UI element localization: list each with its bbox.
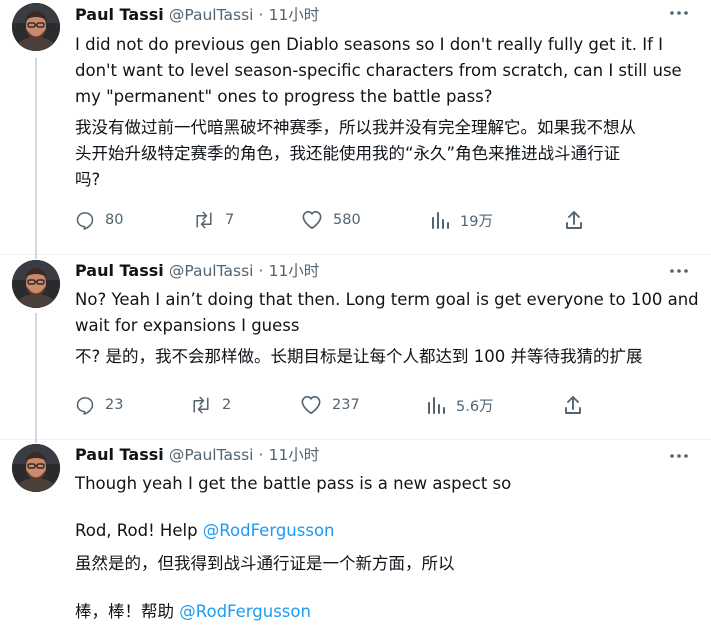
like-count: 237 [332, 397, 360, 413]
thread-line [35, 58, 37, 254]
reply-icon [75, 395, 95, 415]
separator-dot: · [258, 262, 264, 280]
tweet-header: Paul Tassi @PaulTassi · 11小时 [75, 444, 711, 466]
author-name[interactable]: Paul Tassi [75, 261, 164, 280]
avatar[interactable] [12, 3, 60, 51]
like-button[interactable]: 237 [300, 394, 360, 416]
retweet-button[interactable]: 7 [193, 209, 234, 231]
heart-icon [300, 395, 322, 415]
tweet-text: Though yeah I get the battle pass is a n… [75, 471, 701, 497]
tweet-text-line: Though yeah I get the battle pass is a n… [75, 474, 512, 493]
like-button[interactable]: 580 [301, 209, 361, 231]
reply-button[interactable]: 80 [75, 209, 123, 231]
tweet-text-line: I did not do previous gen Diablo seasons… [75, 35, 664, 54]
retweet-count: 2 [222, 397, 232, 413]
reply-count: 80 [105, 212, 124, 228]
mention-link[interactable]: @RodFergusson [203, 521, 335, 540]
retweet-count: 7 [225, 212, 235, 228]
thread-line [35, 313, 37, 439]
action-bar: 23 2 237 5.6万 [75, 394, 595, 416]
views-icon [426, 395, 446, 415]
share-button[interactable] [563, 394, 583, 416]
translation-segment: 棒，棒！帮助 [75, 602, 180, 621]
translation-text: 我没有做过前一代暗黑破坏神赛季，所以我并没有完全理解它。如果我不想从 头开始升级… [75, 115, 701, 193]
avatar[interactable] [12, 260, 60, 308]
tweet[interactable]: Paul Tassi @PaulTassi · 11小时 No? Yeah I … [0, 254, 711, 439]
views-icon [430, 210, 450, 230]
separator-dot: · [258, 6, 264, 24]
share-icon [564, 210, 584, 230]
mention-link[interactable]: @RodFergusson [179, 602, 311, 621]
tweet-text-line: my "permanent" ones to progress the batt… [75, 87, 493, 106]
tweet-header: Paul Tassi @PaulTassi · 11小时 [75, 4, 711, 26]
tweet-text-line: Rod, Rod! Help @RodFergusson [75, 518, 701, 544]
author-name[interactable]: Paul Tassi [75, 5, 164, 24]
translation-line: 棒，棒！帮助 @RodFergusson [75, 599, 701, 625]
views-button[interactable]: 5.6万 [426, 394, 494, 416]
tweet-text-line: wait for expansions I guess [75, 316, 300, 335]
translation-line: 头开始升级特定赛季的角色，我还能使用我的“永久”角色来推进战斗通行证 [75, 144, 621, 163]
reply-icon [75, 210, 95, 230]
tweet-text: No? Yeah I ain’t doing that then. Long t… [75, 287, 701, 339]
author-handle[interactable]: @PaulTassi [169, 6, 254, 24]
separator-dot: · [258, 446, 264, 464]
timestamp[interactable]: 11小时 [269, 262, 320, 280]
view-count: 19万 [460, 213, 493, 230]
tweet-text: I did not do previous gen Diablo seasons… [75, 32, 701, 110]
retweet-icon [190, 395, 212, 415]
retweet-icon [193, 210, 215, 230]
more-icon[interactable] [669, 6, 689, 20]
author-name[interactable]: Paul Tassi [75, 445, 164, 464]
tweet-text-line: don't want to level season-specific char… [75, 61, 682, 80]
tweet-text: Rod, Rod! Help @RodFergusson [75, 518, 701, 544]
more-icon[interactable] [669, 449, 689, 463]
like-count: 580 [333, 212, 361, 228]
author-handle[interactable]: @PaulTassi [169, 262, 254, 280]
tweet-text-segment: Rod, Rod! Help [75, 521, 203, 540]
avatar[interactable] [12, 444, 60, 492]
views-button[interactable]: 19万 [430, 209, 493, 231]
retweet-button[interactable]: 2 [190, 394, 231, 416]
translation-line: 我没有做过前一代暗黑破坏神赛季，所以我并没有完全理解它。如果我不想从 [75, 118, 636, 137]
timestamp[interactable]: 11小时 [269, 446, 320, 464]
translation-text: 不? 是的，我不会那样做。长期目标是让每个人都达到 100 并等待我猜的扩展 [75, 344, 701, 370]
translation-text: 虽然是的，但我得到战斗通行证是一个新方面，所以 [75, 551, 701, 577]
more-icon[interactable] [669, 264, 689, 278]
heart-icon [301, 210, 323, 230]
tweet-text-line: No? Yeah I ain’t doing that then. Long t… [75, 290, 699, 309]
reply-button[interactable]: 23 [75, 394, 123, 416]
translation-line: 虽然是的，但我得到战斗通行证是一个新方面，所以 [75, 554, 455, 573]
tweet-header: Paul Tassi @PaulTassi · 11小时 [75, 260, 711, 282]
action-bar: 80 7 580 19万 [75, 209, 595, 231]
translation-text: 棒，棒！帮助 @RodFergusson [75, 599, 701, 625]
author-handle[interactable]: @PaulTassi [169, 446, 254, 464]
share-icon [563, 395, 583, 415]
reply-count: 23 [105, 397, 124, 413]
thread-line [35, 254, 37, 259]
tweet[interactable]: Paul Tassi @PaulTassi · 11小时 I did not d… [0, 0, 711, 254]
translation-line: 不? 是的，我不会那样做。长期目标是让每个人都达到 100 并等待我猜的扩展 [75, 347, 643, 366]
translation-line: 吗? [75, 170, 101, 189]
thread-line [35, 439, 37, 443]
timestamp[interactable]: 11小时 [269, 6, 320, 24]
view-count: 5.6万 [456, 398, 494, 415]
share-button[interactable] [564, 209, 584, 231]
tweet[interactable]: Paul Tassi @PaulTassi · 11小时 Though yeah… [0, 439, 711, 638]
